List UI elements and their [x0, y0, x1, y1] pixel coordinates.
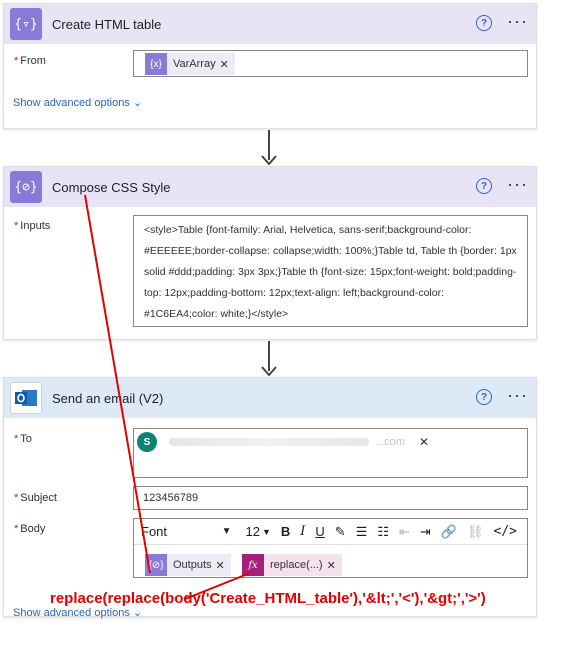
inputs-field[interactable]: <style>Table {font-family: Arial, Helvet…: [133, 215, 528, 327]
more-icon[interactable]: ···: [507, 175, 528, 193]
card-title: Send an email (V2): [52, 390, 164, 406]
bold-icon[interactable]: B: [281, 524, 290, 539]
compose-icon: {⊘}: [10, 171, 42, 203]
from-label: * From: [14, 55, 46, 67]
fx-icon: fx: [242, 554, 264, 576]
show-advanced-options-link[interactable]: Show advanced options ⌄: [13, 606, 142, 619]
variable-icon: {▿}: [10, 8, 42, 40]
help-icon[interactable]: ?: [476, 389, 492, 405]
font-size-select[interactable]: 12: [245, 524, 259, 539]
flow-arrow-icon: [261, 155, 277, 165]
bulleted-list-icon[interactable]: ☰: [356, 524, 368, 540]
subject-field[interactable]: 123456789: [133, 486, 528, 510]
chevron-down-icon[interactable]: ▼: [222, 526, 232, 537]
chevron-down-icon: ⌄: [132, 607, 143, 619]
outputs-token[interactable]: {⊘} Outputs ✕: [145, 554, 231, 576]
compose-header[interactable]: {⊘} Compose CSS Style ? ···: [4, 167, 536, 207]
chevron-down-icon: ⌄: [132, 97, 143, 109]
help-icon[interactable]: ?: [476, 15, 492, 31]
redacted-email: [169, 438, 369, 446]
outlook-icon: [10, 382, 42, 414]
indent-icon[interactable]: ⇥: [420, 524, 431, 540]
chevron-down-icon[interactable]: ▼: [262, 527, 271, 537]
avatar: S: [137, 432, 157, 452]
subject-label: * Subject: [14, 492, 57, 504]
code-view-icon[interactable]: </>: [494, 524, 517, 539]
from-field[interactable]: {x} VarArray ✕: [133, 50, 528, 77]
variable-icon: {x}: [145, 53, 167, 75]
close-icon[interactable]: ✕: [419, 435, 429, 449]
compose-css-style-card: {⊘} Compose CSS Style ? ··· * Inputs <sty…: [3, 166, 537, 340]
highlight-icon[interactable]: ✎: [335, 524, 346, 540]
to-field[interactable]: S ...com ✕: [133, 428, 528, 478]
varArray-token[interactable]: {x} VarArray ✕: [145, 53, 235, 75]
unlink-icon: ⛓: [467, 523, 484, 539]
outdent-icon: ⇤: [399, 523, 410, 539]
create-html-table-card: {▿} Create HTML table ? ··· * From {x} Va…: [3, 3, 537, 129]
flow-arrow-icon: [261, 366, 277, 376]
more-icon[interactable]: ···: [507, 386, 528, 404]
body-editor[interactable]: Font ▼ 12 ▼ B I U ✎ ☰ ☷ ⇤ ⇥ 🔗 ⛓ </> {⊘} …: [133, 518, 528, 578]
compose-icon: {⊘}: [145, 554, 167, 576]
recipient-domain: ...com: [375, 436, 405, 448]
send-email-card: Send an email (V2) ? ··· * To S ...com ✕ …: [3, 377, 537, 619]
show-advanced-options-link[interactable]: Show advanced options ⌄: [13, 96, 142, 109]
card-title: Compose CSS Style: [52, 179, 171, 195]
subject-value: 123456789: [143, 492, 199, 504]
font-select[interactable]: Font: [141, 524, 212, 539]
rich-text-toolbar: Font ▼ 12 ▼ B I U ✎ ☰ ☷ ⇤ ⇥ 🔗 ⛓ </>: [134, 519, 527, 545]
underline-icon[interactable]: U: [315, 524, 324, 539]
inputs-label: * Inputs: [14, 220, 51, 232]
to-label: * To: [14, 433, 32, 445]
card-title: Create HTML table: [52, 16, 162, 32]
send-email-header[interactable]: Send an email (V2) ? ···: [4, 378, 536, 418]
close-icon[interactable]: ✕: [216, 559, 231, 572]
link-icon[interactable]: 🔗: [441, 524, 457, 540]
numbered-list-icon[interactable]: ☷: [377, 524, 389, 540]
help-icon[interactable]: ?: [476, 178, 492, 194]
italic-icon[interactable]: I: [300, 524, 305, 539]
body-label: * Body: [14, 523, 46, 535]
close-icon[interactable]: ✕: [327, 559, 342, 572]
close-icon[interactable]: ✕: [220, 58, 235, 71]
replace-expression-annotation: replace(replace(body('Create_HTML_table'…: [50, 590, 486, 607]
inputs-value: <style>Table {font-family: Arial, Helvet…: [144, 224, 517, 320]
more-icon[interactable]: ···: [507, 12, 528, 30]
create-html-table-header[interactable]: {▿} Create HTML table ? ···: [4, 4, 536, 44]
recipient-chip[interactable]: S ...com ✕: [137, 431, 437, 453]
replace-expression-token[interactable]: fx replace(...) ✕: [242, 554, 342, 576]
